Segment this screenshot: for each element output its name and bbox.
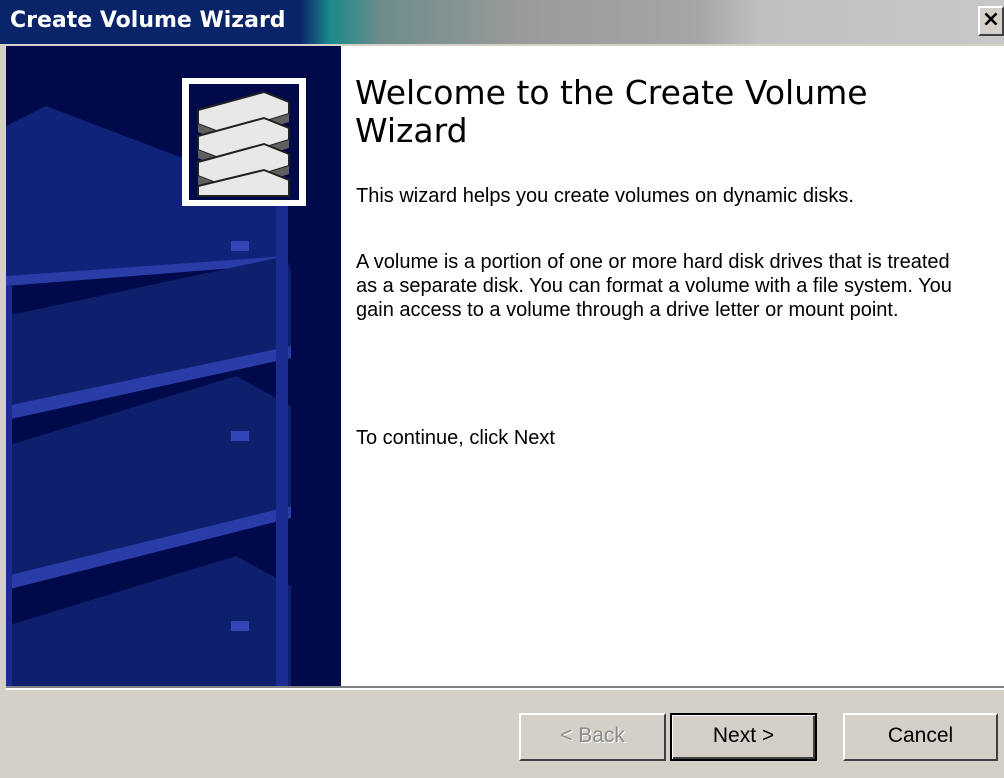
title-bar[interactable]: Create Volume Wizard × bbox=[0, 0, 1004, 44]
welcome-heading: Welcome to the Create Volume Wizard bbox=[355, 73, 868, 150]
wizard-content: Welcome to the Create Volume Wizard This… bbox=[341, 46, 1004, 686]
button-area-divider-highlight bbox=[6, 688, 1004, 690]
close-icon: × bbox=[981, 7, 1001, 32]
disk-stack-icon bbox=[182, 78, 306, 206]
wizard-side-panel bbox=[6, 46, 341, 686]
instruction-text: To continue, click Next bbox=[356, 427, 555, 449]
back-button[interactable]: < Back bbox=[519, 713, 666, 761]
window-title: Create Volume Wizard bbox=[10, 8, 286, 33]
server-rack-illustration bbox=[6, 46, 341, 686]
next-button[interactable]: Next > bbox=[670, 713, 817, 761]
close-button[interactable]: × bbox=[978, 6, 1004, 36]
intro-text: This wizard helps you create volumes on … bbox=[356, 185, 854, 207]
wizard-window: Create Volume Wizard × Welcome to the Cr… bbox=[0, 0, 1004, 778]
description-text: A volume is a portion of one or more har… bbox=[356, 251, 952, 321]
cancel-button[interactable]: Cancel bbox=[843, 713, 998, 761]
